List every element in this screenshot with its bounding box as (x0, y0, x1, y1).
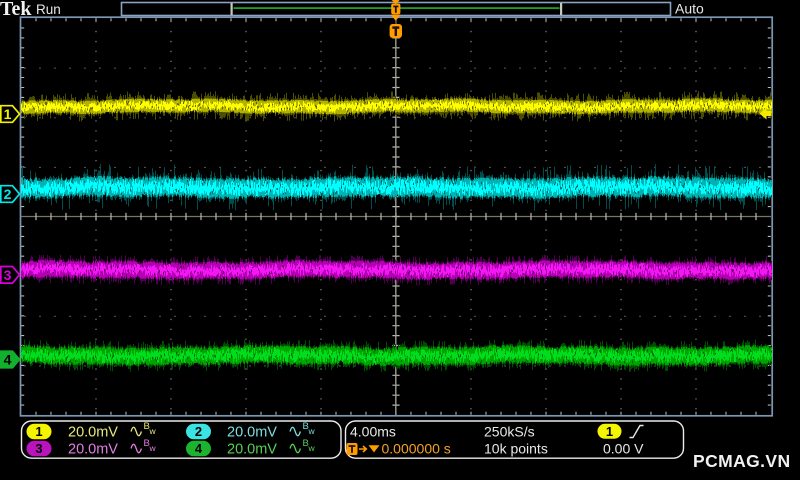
svg-text:w: w (149, 443, 157, 453)
svg-text:3: 3 (35, 441, 42, 456)
svg-text:4.00ms: 4.00ms (350, 424, 396, 440)
svg-text:w: w (308, 443, 316, 453)
svg-text:250kS/s: 250kS/s (484, 424, 535, 440)
svg-text:0.00 V: 0.00 V (603, 441, 644, 457)
svg-text:1: 1 (35, 424, 42, 439)
svg-text:20.0mV: 20.0mV (68, 442, 118, 458)
svg-text:Auto: Auto (675, 1, 704, 17)
svg-text:0.000000 s: 0.000000 s (382, 441, 451, 457)
svg-text:1: 1 (606, 424, 613, 439)
svg-text:3: 3 (4, 267, 12, 283)
svg-text:4: 4 (195, 441, 203, 456)
svg-text:20.0mV: 20.0mV (227, 425, 277, 441)
svg-text:4: 4 (4, 352, 12, 368)
svg-text:Run: Run (36, 2, 61, 17)
svg-text:1: 1 (4, 106, 12, 122)
svg-text:20.0mV: 20.0mV (227, 442, 277, 458)
svg-text:20.0mV: 20.0mV (68, 425, 118, 441)
svg-text:2: 2 (4, 186, 12, 202)
svg-text:w: w (149, 426, 157, 436)
svg-text:w: w (308, 426, 316, 436)
svg-text:PCMAG.VN: PCMAG.VN (693, 451, 791, 471)
svg-text:2: 2 (195, 424, 202, 439)
svg-text:10k points: 10k points (484, 441, 548, 457)
